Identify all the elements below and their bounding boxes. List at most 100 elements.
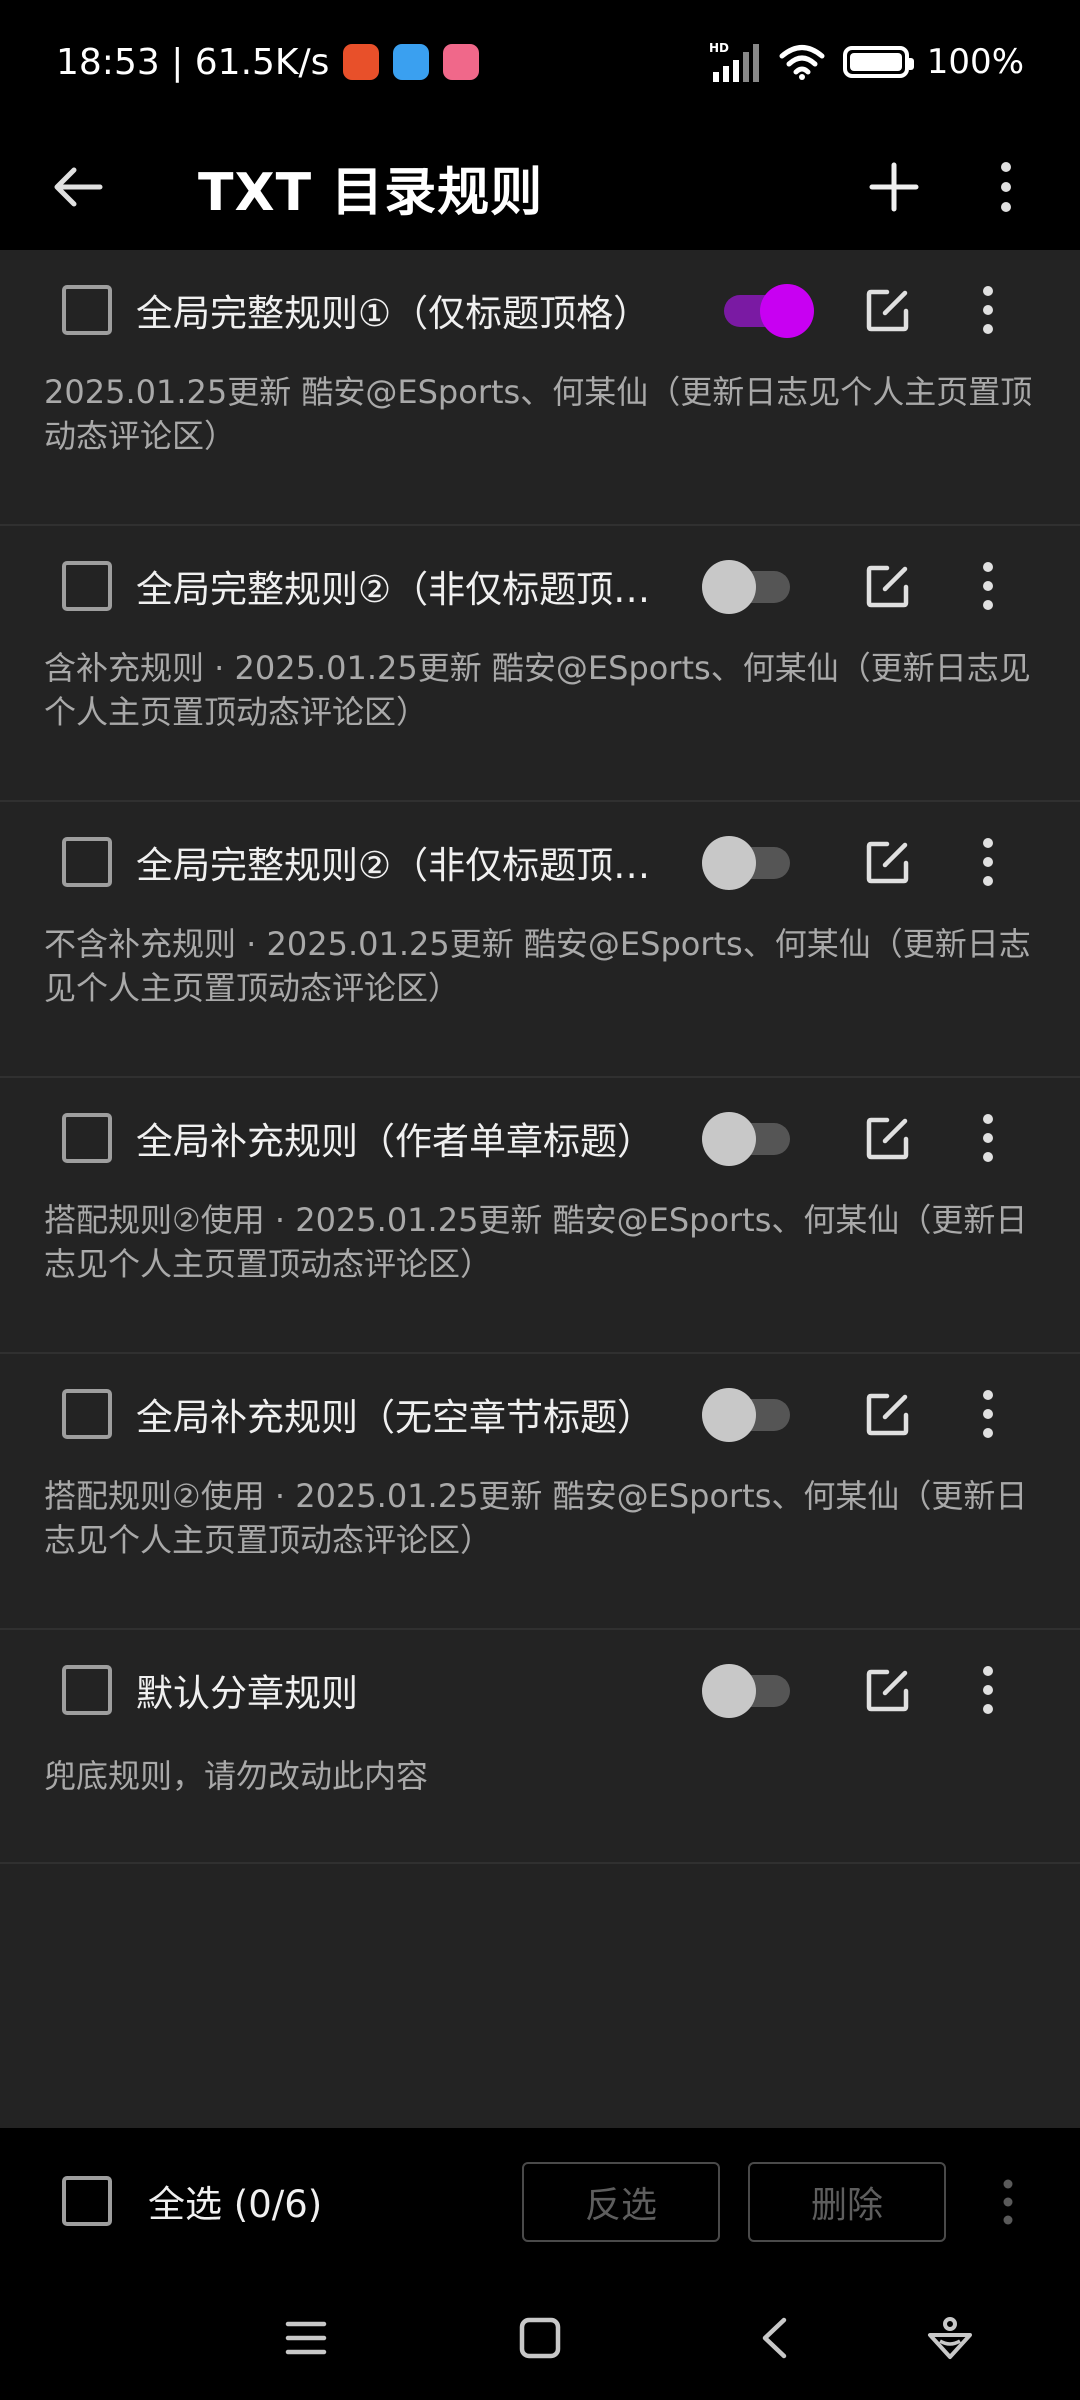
rule-enable-toggle[interactable] (700, 1664, 790, 1718)
overflow-menu-button[interactable] (956, 137, 1056, 237)
rule-name: 全局补充规则（无空章节标题） (136, 1396, 654, 1439)
rule-name: 全局完整规则①（仅标题顶格） (136, 292, 651, 335)
more-vertical-icon (983, 1114, 993, 1162)
more-vertical-icon (983, 286, 993, 334)
battery-percent: 100% (926, 42, 1024, 82)
notification-app-icon-2 (393, 44, 430, 80)
more-vertical-icon (983, 838, 993, 886)
edit-icon (866, 1669, 909, 1712)
select-all-label: 全选 (0/6) (148, 2183, 323, 2226)
edit-icon (866, 1117, 909, 1160)
rule-item[interactable]: 默认分章规则兜底规则，请勿改动此内容 (0, 1630, 1080, 1864)
rules-list[interactable]: 全局完整规则①（仅标题顶格） 2025.01.25更新 酷安@ESports、何某… (0, 250, 1080, 2128)
status-time-speed: 18:53 | 61.5K/s (56, 41, 330, 83)
add-rule-button[interactable] (844, 137, 944, 237)
plus-icon (869, 162, 919, 212)
toggle-thumb (702, 836, 756, 890)
menu-icon (285, 2321, 327, 2355)
rule-enable-toggle[interactable] (700, 284, 814, 338)
notification-app-icon-1 (343, 44, 380, 80)
rule-description: 搭配规则②使用 · 2025.01.25更新 酷安@ESports、何某仙（更新… (44, 1201, 1028, 1283)
nav-assistant-button[interactable] (908, 2296, 992, 2380)
toggle-thumb (702, 560, 756, 614)
page-title: TXT 目录规则 (198, 162, 544, 223)
edit-icon (866, 841, 909, 884)
edit-icon (866, 565, 909, 608)
rule-more-button[interactable] (948, 1374, 1028, 1454)
bottom-more-button[interactable] (968, 2162, 1048, 2242)
toggle-thumb (702, 1388, 756, 1442)
nav-back-button[interactable] (732, 2296, 816, 2380)
home-square-icon (519, 2317, 561, 2359)
rule-item[interactable]: 全局完整规则②（非仅标题顶… 含补充规则 · 2025.01.25更新 酷安@ES… (0, 526, 1080, 802)
rule-enable-toggle[interactable] (700, 560, 790, 614)
rule-description: 含补充规则 · 2025.01.25更新 酷安@ESports、何某仙（更新日志… (44, 649, 1031, 731)
rule-checkbox[interactable] (62, 1113, 112, 1163)
rule-description: 兜底规则，请勿改动此内容 (44, 1757, 429, 1795)
back-button[interactable] (28, 137, 128, 237)
rule-name: 全局补充规则（作者单章标题） (136, 1120, 654, 1163)
toggle-thumb (702, 1664, 756, 1718)
delete-button[interactable]: 删除 (748, 2162, 946, 2242)
rule-description: 2025.01.25更新 酷安@ESports、何某仙（更新日志见个人主页置顶动… (44, 373, 1033, 455)
more-vertical-icon (1003, 2179, 1013, 2225)
bottom-action-bar: 全选 (0/6) 反选 删除 (0, 2128, 1080, 2274)
rule-item[interactable]: 全局完整规则②（非仅标题顶… 不含补充规则 · 2025.01.25更新 酷安@E… (0, 802, 1080, 1078)
toggle-thumb (702, 1112, 756, 1166)
battery-icon (842, 46, 914, 78)
app-bar: TXT 目录规则 (0, 124, 1080, 250)
rule-more-button[interactable] (948, 270, 1028, 350)
more-vertical-icon (983, 1666, 993, 1714)
rule-description: 不含补充规则 · 2025.01.25更新 酷安@ESports、何某仙（更新日… (44, 925, 1031, 1007)
rule-more-button[interactable] (948, 1650, 1028, 1730)
rule-description: 搭配规则②使用 · 2025.01.25更新 酷安@ESports、何某仙（更新… (44, 1477, 1028, 1559)
toggle-thumb (760, 284, 814, 338)
rule-item[interactable]: 全局补充规则（作者单章标题） 搭配规则②使用 · 2025.01.25更新 酷安@… (0, 1078, 1080, 1354)
rule-checkbox[interactable] (62, 1665, 112, 1715)
rule-checkbox[interactable] (62, 285, 112, 335)
network-badge: HD (709, 41, 729, 55)
edit-rule-button[interactable] (848, 1374, 928, 1454)
rule-item[interactable]: 全局补充规则（无空章节标题） 搭配规则②使用 · 2025.01.25更新 酷安@… (0, 1354, 1080, 1630)
edit-icon (866, 1393, 909, 1436)
rule-more-button[interactable] (948, 546, 1028, 626)
notification-app-icon-3 (443, 44, 480, 80)
rule-enable-toggle[interactable] (700, 836, 790, 890)
assistant-icon (928, 2317, 972, 2359)
invert-selection-button[interactable]: 反选 (522, 2162, 720, 2242)
rule-name: 全局完整规则②（非仅标题顶… (136, 568, 651, 611)
status-right: HD 100% (709, 40, 1024, 84)
wifi-icon (779, 45, 825, 80)
more-vertical-icon (1001, 162, 1011, 212)
edit-rule-button[interactable] (848, 822, 928, 902)
more-vertical-icon (983, 1390, 993, 1438)
rule-name: 全局完整规则②（非仅标题顶… (136, 844, 651, 887)
rule-enable-toggle[interactable] (700, 1112, 790, 1166)
rule-more-button[interactable] (948, 1098, 1028, 1178)
chevron-left-icon (762, 2317, 787, 2359)
nav-home-button[interactable] (498, 2296, 582, 2380)
rule-name: 默认分章规则 (136, 1672, 358, 1715)
arrow-left-icon (54, 167, 103, 207)
select-all-checkbox[interactable] (62, 2176, 112, 2226)
rule-enable-toggle[interactable] (700, 1388, 790, 1442)
rule-item[interactable]: 全局完整规则①（仅标题顶格） 2025.01.25更新 酷安@ESports、何某… (0, 250, 1080, 526)
edit-rule-button[interactable] (848, 1650, 928, 1730)
status-left: 18:53 | 61.5K/s (56, 41, 480, 83)
rule-more-button[interactable] (948, 822, 1028, 902)
rule-checkbox[interactable] (62, 837, 112, 887)
app-bar-actions (844, 137, 1056, 237)
edit-rule-button[interactable] (848, 270, 928, 350)
screen: 18:53 | 61.5K/s HD 100% TXT 目录规则 全局完整规则①… (0, 0, 1080, 2400)
nav-menu-button[interactable] (264, 2296, 348, 2380)
edit-rule-button[interactable] (848, 1098, 928, 1178)
edit-rule-button[interactable] (848, 546, 928, 626)
battery-fill (849, 53, 902, 71)
signal-icon: HD (709, 41, 759, 82)
status-bar: 18:53 | 61.5K/s HD 100% (0, 0, 1080, 124)
rule-checkbox[interactable] (62, 561, 112, 611)
system-nav-bar (0, 2274, 1080, 2400)
edit-icon (866, 289, 909, 332)
rule-checkbox[interactable] (62, 1389, 112, 1439)
more-vertical-icon (983, 562, 993, 610)
